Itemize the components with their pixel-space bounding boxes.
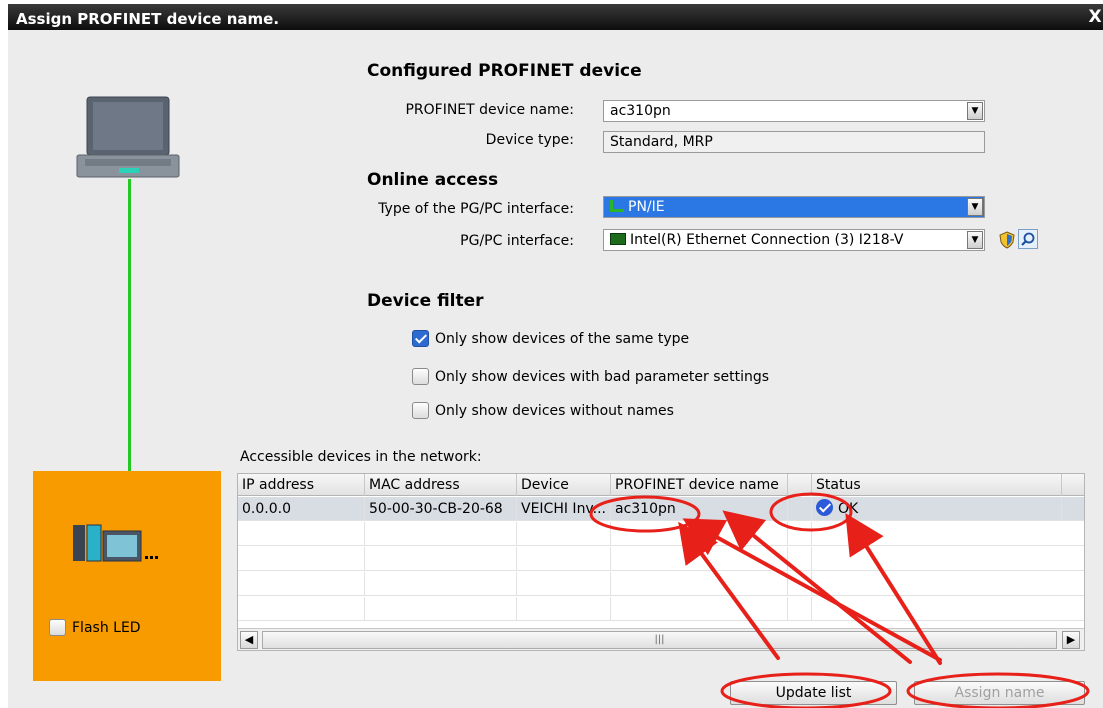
table-row[interactable]: 0.0.0.0 50-00-30-CB-20-68 VEICHI Inv... … [238,497,1084,521]
device-icon [73,524,158,562]
flash-led-option[interactable]: Flash LED [49,619,141,636]
cell-mac: 50-00-30-CB-20-68 [365,497,517,521]
update-list-button[interactable]: Update list [730,681,897,705]
cell-empty [238,522,365,546]
titlebar-background: Assign PROFINET device name. X [8,4,1103,30]
cell-empty [517,597,611,621]
cell-ip: 0.0.0.0 [238,497,365,521]
device-type-field: Standard, MRP [603,131,985,153]
nic-icon [610,233,626,245]
chevron-down-icon[interactable]: ▼ [967,102,983,120]
scroll-right-icon[interactable]: ▶ [1062,631,1080,649]
column-mac[interactable]: MAC address [365,474,517,496]
cell-empty [788,597,812,621]
filter-bad-params-label: Only show devices with bad parameter set… [435,368,770,385]
cell-empty [365,572,517,596]
close-icon[interactable]: X [1087,4,1103,30]
cell-empty [611,522,788,546]
table-row [238,572,1084,596]
filter-no-names-label: Only show devices without names [435,402,674,419]
online-heading: Online access [367,170,499,190]
column-profinet-name[interactable]: PROFINET device name [611,474,788,496]
interface-type-value: PN/IE [628,199,665,215]
cell-device: VEICHI Inv... [517,497,611,521]
filter-same-type[interactable]: Only show devices of the same type [412,330,689,347]
devices-table: IP address MAC address Device PROFINET d… [237,473,1085,651]
scroll-left-icon[interactable]: ◀ [240,631,258,649]
chevron-down-icon[interactable]: ▼ [967,198,983,216]
filter-bad-params-checkbox[interactable] [412,368,429,385]
cell-blank [788,497,812,521]
pc-icon [76,96,180,178]
table-row [238,547,1084,571]
ok-check-icon [816,499,833,516]
cell-empty [788,572,812,596]
column-device[interactable]: Device [517,474,611,496]
device-type-value: Standard, MRP [610,134,713,150]
cell-empty [238,597,365,621]
assign-name-button[interactable]: Assign name [914,681,1085,705]
filter-same-type-label: Only show devices of the same type [435,330,690,347]
magnify-icon[interactable] [1018,229,1038,249]
interface-type-label: Type of the PG/PC interface: [378,201,574,217]
filter-bad-params[interactable]: Only show devices with bad parameter set… [412,368,769,385]
cell-empty [517,572,611,596]
interface-label: PG/PC interface: [460,233,574,249]
dialog-body: Flash LED Configured PROFINET device PRO… [8,30,1103,708]
device-name-value: ac310pn [610,103,671,119]
cell-empty [517,522,611,546]
cell-status: OK [812,497,1062,521]
configured-heading: Configured PROFINET device [367,61,642,81]
window-title: Assign PROFINET device name. [16,10,280,28]
column-ip[interactable]: IP address [238,474,365,496]
network-icon [610,200,624,212]
network-list-label: Accessible devices in the network: [240,449,482,465]
interface-select[interactable]: Intel(R) Ethernet Connection (3) I218-V … [603,229,985,251]
device-name-label: PROFINET device name: [405,102,574,118]
cell-empty [238,572,365,596]
cell-empty [788,522,812,546]
cell-empty [365,547,517,571]
status-text: OK [838,501,859,517]
column-status[interactable]: Status [812,474,1062,496]
cell-empty [517,547,611,571]
cell-empty [238,547,365,571]
shield-icon[interactable] [997,230,1017,250]
flash-led-label: Flash LED [72,619,141,636]
horizontal-scrollbar[interactable]: ◀ ||| ▶ [238,628,1084,650]
cell-empty [788,547,812,571]
interface-value: Intel(R) Ethernet Connection (3) I218-V [630,232,904,248]
column-blank[interactable] [788,474,812,496]
cell-empty [611,597,788,621]
cell-empty [611,572,788,596]
cell-profinet-name: ac310pn [611,497,788,521]
cell-empty [611,547,788,571]
cell-empty [365,597,517,621]
flash-led-checkbox[interactable] [49,619,66,636]
cell-empty [365,522,517,546]
filter-same-type-checkbox[interactable] [412,330,429,347]
device-type-label: Device type: [485,132,574,148]
filter-heading: Device filter [367,291,484,311]
table-header: IP address MAC address Device PROFINET d… [238,474,1084,496]
table-row [238,522,1084,546]
filter-no-names[interactable]: Only show devices without names [412,402,674,419]
scroll-thumb[interactable]: ||| [262,631,1057,649]
table-row [238,597,1084,621]
filter-no-names-checkbox[interactable] [412,402,429,419]
interface-type-select[interactable]: PN/IE ▼ [603,196,985,218]
device-panel: Flash LED [33,471,221,681]
device-name-combobox[interactable]: ac310pn ▼ [603,100,985,122]
chevron-down-icon[interactable]: ▼ [967,231,983,249]
window-titlebar: Assign PROFINET device name. X [0,0,1103,34]
